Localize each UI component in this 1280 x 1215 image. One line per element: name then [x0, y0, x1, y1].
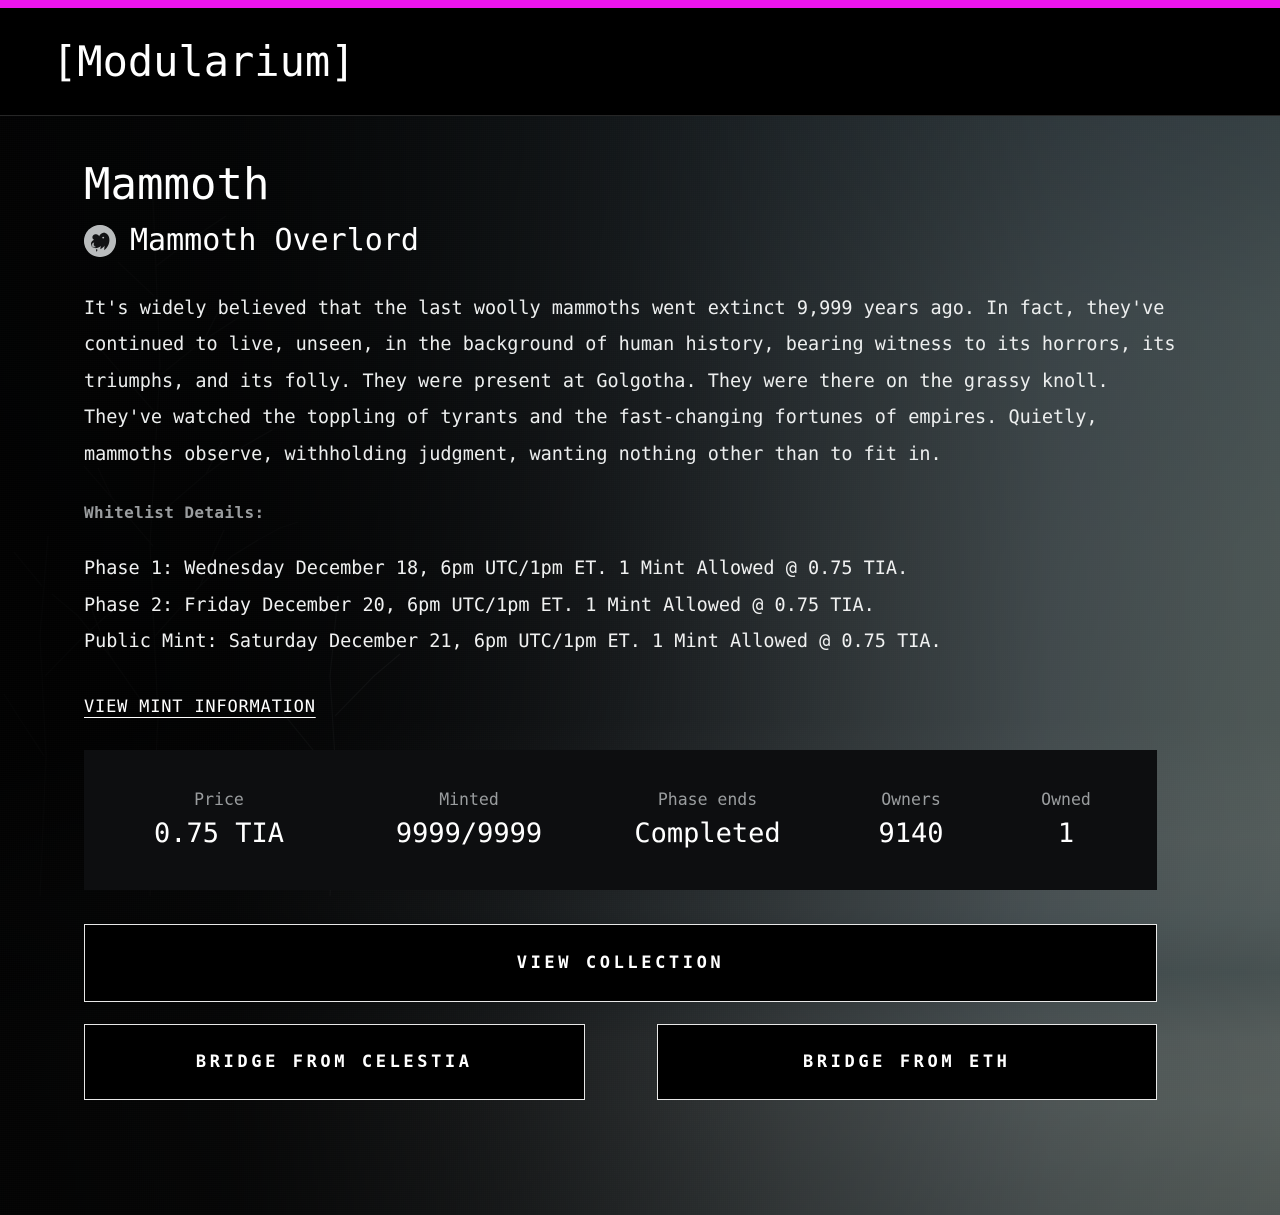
- stat-label: Owners: [881, 789, 941, 809]
- stat-label: Price: [194, 789, 244, 809]
- phase-line: Phase 2: Friday December 20, 6pm UTC/1pm…: [84, 594, 875, 616]
- stat-value: 1: [1057, 818, 1075, 850]
- stat-label: Minted: [439, 789, 499, 809]
- stats-bar: Price 0.75 TIA Minted 9999/9999 Phase en…: [84, 749, 1157, 890]
- stat-owners: Owners 9140: [821, 789, 1001, 850]
- stat-value: 0.75 TIA: [153, 818, 285, 850]
- mammoth-avatar-icon: [84, 224, 116, 257]
- brand-logo[interactable]: [Modularium]: [52, 40, 355, 83]
- stat-value: 9999/9999: [395, 818, 543, 850]
- phase-line: Phase 1: Wednesday December 18, 6pm UTC/…: [84, 558, 909, 580]
- accent-top-bar: [0, 0, 1280, 8]
- whitelist-details-heading: Whitelist Details:: [84, 503, 265, 523]
- bridge-button-row: BRIDGE FROM CELESTIA BRIDGE FROM ETH: [84, 1023, 1157, 1100]
- stat-price: Price 0.75 TIA: [94, 789, 344, 850]
- stat-minted: Minted 9999/9999: [344, 789, 594, 850]
- stat-value: Completed: [634, 818, 781, 850]
- bridge-from-eth-button[interactable]: BRIDGE FROM ETH: [656, 1023, 1157, 1100]
- stat-phase-ends: Phase ends Completed: [594, 789, 821, 850]
- stat-owned: Owned 1: [1001, 789, 1131, 850]
- page-title: Mammoth: [84, 159, 270, 210]
- site-header: [Modularium]: [0, 8, 1280, 116]
- whitelist-phase-list: Phase 1: Wednesday December 18, 6pm UTC/…: [84, 551, 1196, 661]
- bridge-from-celestia-button[interactable]: BRIDGE FROM CELESTIA: [84, 1023, 585, 1100]
- view-mint-information-link[interactable]: VIEW MINT INFORMATION: [84, 698, 316, 716]
- creator-row[interactable]: Mammoth Overlord: [84, 224, 1196, 257]
- page-root: [Modularium] Mammoth Mammoth Overlord It…: [0, 0, 1280, 1215]
- collection-description: It's widely believed that the last wooll…: [84, 297, 1187, 465]
- stat-value: 9140: [878, 818, 944, 850]
- stat-label: Owned: [1041, 789, 1091, 809]
- phase-line: Public Mint: Saturday December 21, 6pm U…: [84, 631, 942, 653]
- collection-detail-panel: Mammoth Mammoth Overlord It's widely bel…: [0, 116, 1280, 1100]
- creator-name[interactable]: Mammoth Overlord: [130, 225, 419, 256]
- view-collection-button[interactable]: VIEW COLLECTION: [84, 923, 1157, 1002]
- stat-label: Phase ends: [657, 789, 758, 809]
